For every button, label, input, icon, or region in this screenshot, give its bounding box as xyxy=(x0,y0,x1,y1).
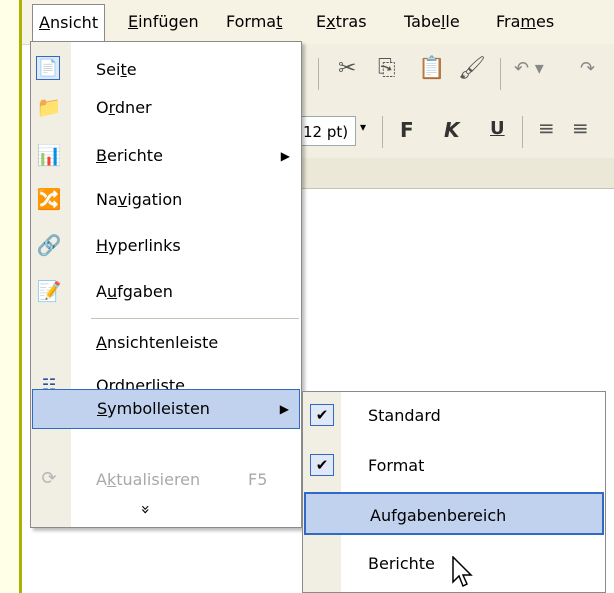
reports-icon: 📊 xyxy=(36,143,62,167)
italic-button[interactable]: K xyxy=(444,118,460,142)
submenu-arrow-icon: ▶ xyxy=(280,149,290,163)
folder-icon: 📁 xyxy=(36,95,62,119)
menu-item-seite[interactable]: 📄 Seite xyxy=(32,50,300,90)
submenu-item-label: Aufgabenbereich xyxy=(370,506,507,525)
menu-format[interactable]: Format xyxy=(226,0,282,44)
undo-icon[interactable]: ↶ ▾ xyxy=(514,58,544,79)
menu-frames[interactable]: Frames xyxy=(496,0,554,44)
format-painter-icon[interactable]: 🖌 xyxy=(458,56,486,81)
hyperlinks-icon: 🔗 xyxy=(36,233,62,257)
menu-item-aktualisieren[interactable]: ⟳ Aktualisieren F5 xyxy=(32,460,300,500)
menu-item-symbolleisten[interactable]: Symbolleisten ▶ xyxy=(32,389,300,429)
menu-item-navigation[interactable]: 🔀 Navigation xyxy=(32,180,300,220)
menu-extras[interactable]: Extras xyxy=(316,0,367,44)
toolbar-separator xyxy=(522,116,523,148)
format-toolbar: 12 pt) ▾ F K U ≡ ≡ xyxy=(300,104,614,159)
submenu-item-label: Standard xyxy=(368,406,441,425)
submenu-arrow-icon: ▶ xyxy=(279,402,289,416)
align-left-icon[interactable]: ≡ xyxy=(538,116,555,140)
submenu-item-format[interactable]: ✔ Format xyxy=(304,444,604,487)
shortcut-label: F5 xyxy=(248,470,268,489)
standard-toolbar: ✂ ⎘ 📋 🖌 ↶ ▾ ↷ xyxy=(300,44,614,104)
font-size-value: 12 pt) xyxy=(303,123,349,141)
menu-ansicht[interactable]: Ansicht xyxy=(32,4,106,42)
align-center-icon[interactable]: ≡ xyxy=(572,116,589,140)
paste-icon[interactable]: 📋 xyxy=(418,56,445,81)
toolbar-separator xyxy=(318,58,319,90)
toolbar-separator xyxy=(382,116,383,148)
submenu-item-label: Format xyxy=(368,456,425,475)
underline-button[interactable]: U xyxy=(490,118,505,139)
submenu-item-label: Berichte xyxy=(368,554,435,573)
page-icon: 📄 xyxy=(36,56,60,80)
toolbar-separator xyxy=(500,58,501,90)
navigation-icon: 🔀 xyxy=(36,187,62,211)
mouse-pointer-icon xyxy=(452,556,473,588)
menu-bar: Ansicht Einfügen Format Extras Tabelle F… xyxy=(22,0,614,45)
submenu-item-aufgabenbereich[interactable]: Aufgabenbereich xyxy=(304,492,604,535)
menu-item-hyperlinks[interactable]: 🔗 Hyperlinks xyxy=(32,226,300,266)
menu-tabelle[interactable]: Tabelle xyxy=(404,0,460,44)
redo-icon[interactable]: ↷ xyxy=(580,58,595,79)
ansicht-menu: 📄 Seite 📁 Ordner 📊 Berichte ▶ 🔀 Navigati… xyxy=(30,41,302,528)
menu-separator xyxy=(91,318,299,319)
font-size-field[interactable]: 12 pt) xyxy=(300,116,356,146)
cut-icon[interactable]: ✂ xyxy=(338,56,356,81)
menu-item-aufgaben[interactable]: 📝 Aufgaben xyxy=(32,272,300,312)
copy-icon[interactable]: ⎘ xyxy=(378,56,396,81)
menu-item-ansichtenleiste[interactable]: Ansichtenleiste xyxy=(32,323,300,363)
expand-menu-chevron-icon[interactable]: » xyxy=(136,505,155,515)
bold-button[interactable]: F xyxy=(400,118,414,142)
tab-strip xyxy=(300,158,614,189)
menu-item-ordner[interactable]: 📁 Ordner xyxy=(32,88,300,128)
menu-ansicht-label: nsicht xyxy=(49,13,99,32)
submenu-item-standard[interactable]: ✔ Standard xyxy=(304,394,604,437)
tasks-icon: 📝 xyxy=(36,279,62,303)
left-strip xyxy=(0,0,22,593)
checkmark-icon: ✔ xyxy=(310,454,334,476)
menu-item-berichte[interactable]: 📊 Berichte ▶ xyxy=(32,136,300,176)
font-size-dropdown-icon[interactable]: ▾ xyxy=(360,120,366,134)
menu-einfuegen[interactable]: Einfügen xyxy=(128,0,199,44)
refresh-icon: ⟳ xyxy=(41,468,57,489)
checkmark-icon: ✔ xyxy=(310,404,334,426)
